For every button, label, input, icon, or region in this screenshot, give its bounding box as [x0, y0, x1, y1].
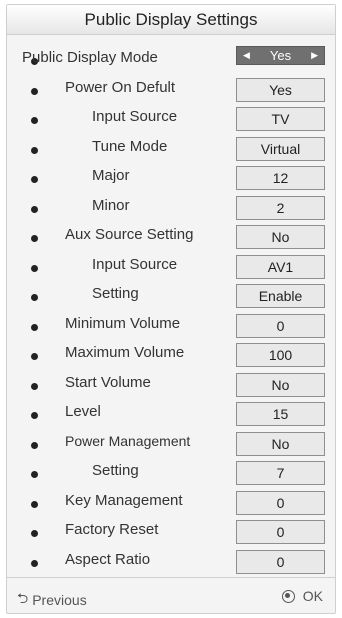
row-power-management[interactable]: Power Management No	[7, 429, 335, 459]
setting-label: Aspect Ratio	[65, 550, 151, 568]
setting-value: Yes	[269, 48, 292, 63]
setting-label: Setting	[92, 285, 139, 302]
settings-list: Public Display Mode ◀ Yes ▶ Power On Def…	[7, 45, 335, 576]
previous-button[interactable]: ⮌ Previous	[17, 588, 87, 612]
ok-button-icon	[281, 589, 295, 603]
setting-value-box[interactable]: TV	[236, 107, 325, 131]
row-public-display-mode[interactable]: Public Display Mode ◀ Yes ▶	[7, 45, 335, 75]
bullet-icon	[31, 87, 38, 95]
bullet-icon	[31, 559, 38, 567]
row-input-source[interactable]: Input Source TV	[7, 104, 335, 134]
setting-label: Aux Source Setting	[65, 226, 194, 243]
setting-label: Start Volume	[65, 373, 151, 391]
bullet-icon	[31, 205, 38, 213]
row-maximum-volume[interactable]: Maximum Volume 100	[7, 340, 335, 370]
setting-value-box[interactable]: 0	[236, 520, 325, 544]
bullet-icon	[31, 176, 38, 183]
row-minor[interactable]: Minor 2	[7, 193, 335, 223]
setting-label: Power Management	[65, 432, 191, 449]
setting-label: Key Management	[65, 491, 183, 509]
bullet-icon	[31, 264, 38, 272]
setting-value-box[interactable]: 0	[236, 313, 325, 338]
row-major[interactable]: Major 12	[7, 163, 335, 193]
setting-label: Input Source	[92, 255, 178, 273]
bullet-icon	[31, 353, 38, 360]
arrow-right-icon[interactable]: ▶	[311, 47, 318, 64]
setting-value-box[interactable]: 7	[236, 461, 325, 485]
bullet-icon	[31, 471, 38, 478]
setting-label: Minor	[92, 196, 130, 214]
arrow-left-icon[interactable]: ◀	[243, 47, 250, 64]
settings-panel: Public Display Settings Public Display M…	[6, 4, 336, 614]
bullet-icon	[31, 117, 38, 124]
setting-label: Power On Defult	[65, 78, 176, 96]
bullet-icon	[31, 235, 38, 242]
previous-label: Previous	[32, 592, 87, 608]
bullet-icon	[31, 500, 38, 508]
row-aspect-ratio[interactable]: Aspect Ratio 0	[7, 547, 335, 577]
ok-label: OK	[302, 588, 323, 604]
ok-button[interactable]: OK	[281, 588, 323, 604]
bullet-icon	[31, 146, 38, 154]
bullet-icon	[31, 441, 38, 449]
row-tune-mode[interactable]: Tune Mode Virtual	[7, 134, 335, 164]
setting-value-box[interactable]: AV1	[236, 254, 325, 279]
row-aux-source-setting[interactable]: Aux Source Setting No	[7, 222, 335, 252]
setting-label: Tune Mode	[92, 137, 168, 155]
row-aux-input-source[interactable]: Input Source AV1	[7, 252, 335, 282]
panel-title: Public Display Settings	[7, 5, 335, 35]
row-level[interactable]: Level 15	[7, 399, 335, 429]
setting-label: Factory Reset	[65, 521, 159, 538]
return-icon: ⮌	[17, 590, 29, 606]
bullet-icon	[31, 412, 38, 419]
setting-value-box[interactable]: No	[236, 225, 325, 249]
setting-value-box[interactable]: 2	[236, 195, 325, 220]
setting-value-box[interactable]: 100	[236, 343, 325, 367]
setting-label: Maximum Volume	[65, 344, 185, 361]
setting-value-box[interactable]: Enable	[236, 284, 325, 308]
setting-label: Input Source	[92, 108, 178, 125]
setting-value-box[interactable]: 0	[236, 490, 325, 515]
setting-value-box[interactable]: No	[236, 372, 325, 397]
setting-label: Major	[92, 167, 130, 184]
bullet-icon	[31, 323, 38, 331]
row-factory-reset[interactable]: Factory Reset 0	[7, 517, 335, 547]
setting-value-box[interactable]: No	[236, 431, 325, 456]
row-minimum-volume[interactable]: Minimum Volume 0	[7, 311, 335, 341]
setting-value-box[interactable]: 0	[236, 549, 325, 574]
bullet-icon	[31, 294, 38, 301]
bullet-icon	[31, 530, 38, 537]
setting-label: Level	[65, 403, 101, 420]
setting-value-box[interactable]: Virtual	[236, 136, 325, 161]
row-aux-setting[interactable]: Setting Enable	[7, 281, 335, 311]
row-power-setting[interactable]: Setting 7	[7, 458, 335, 488]
setting-label: Setting	[92, 462, 139, 479]
row-start-volume[interactable]: Start Volume No	[7, 370, 335, 400]
setting-value-box[interactable]: 12	[236, 166, 325, 190]
setting-label: Public Display Mode	[22, 49, 158, 66]
footer-bar: ⮌ Previous OK	[7, 577, 335, 613]
setting-value-box[interactable]: 15	[236, 402, 325, 426]
row-power-on-default[interactable]: Power On Defult Yes	[7, 75, 335, 105]
setting-value-box[interactable]: Yes	[236, 77, 325, 102]
setting-label: Minimum Volume	[65, 314, 181, 332]
row-key-management[interactable]: Key Management 0	[7, 488, 335, 518]
bullet-icon	[31, 382, 38, 390]
public-display-mode-selector[interactable]: ◀ Yes ▶	[236, 46, 325, 65]
